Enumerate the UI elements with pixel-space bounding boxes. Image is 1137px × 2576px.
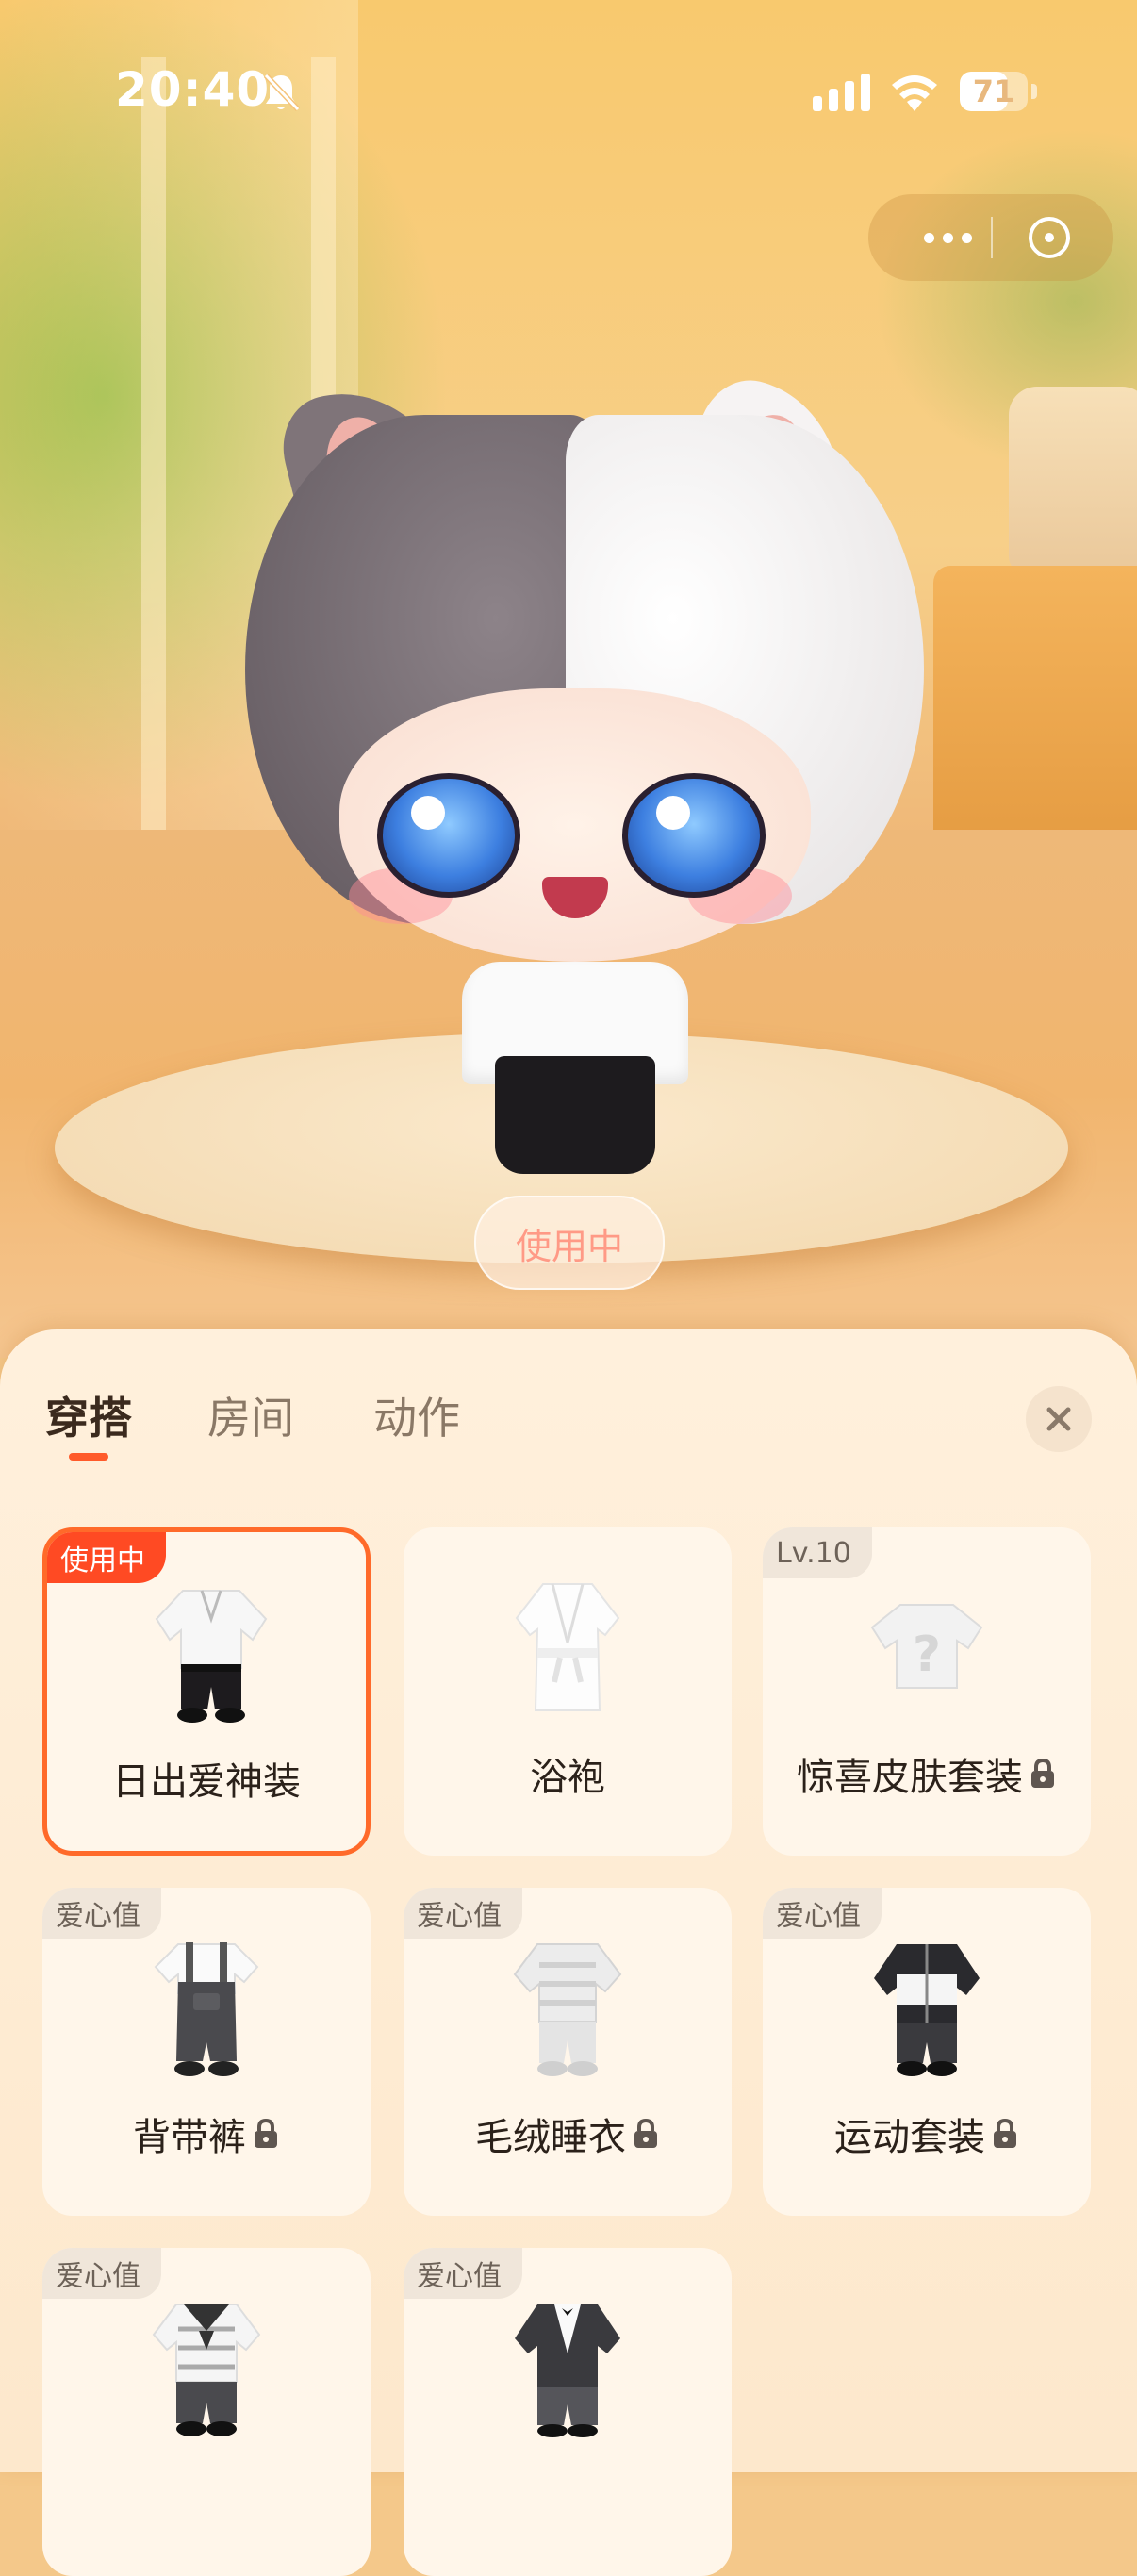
outfit-name-text: 浴袍 xyxy=(530,1756,605,1799)
battery-level: 71 xyxy=(972,74,1015,109)
in-use-badge: 使用中 xyxy=(47,1532,166,1583)
outfit-name: 背带裤 xyxy=(42,2106,371,2161)
outfit-card-sunrise[interactable]: 使用中 日出爱神装 xyxy=(42,1527,371,1856)
tab-actions[interactable]: 动作 xyxy=(373,1384,460,1446)
outfit-card-plush-pajamas[interactable]: 爱心值 毛绒睡衣 xyxy=(404,1888,732,2216)
affection-badge: 爱心值 xyxy=(404,1888,522,1939)
overalls-icon xyxy=(154,1942,259,2076)
avatar-character[interactable] xyxy=(226,370,924,1188)
side-cabinet xyxy=(933,566,1137,867)
outfit-name: 浴袍 xyxy=(404,1746,732,1801)
sailor-outfit-icon xyxy=(152,2304,261,2436)
outfit-name-text: 日出爱神装 xyxy=(112,1760,301,1804)
avatar-face xyxy=(339,688,811,962)
avatar-mouth xyxy=(542,877,608,918)
bathrobe-icon xyxy=(515,1583,620,1711)
eye-right xyxy=(622,773,766,898)
tab-room[interactable]: 房间 xyxy=(207,1384,294,1446)
capsule-divider xyxy=(991,217,993,258)
in-use-chip: 使用中 xyxy=(474,1196,665,1290)
lock-icon xyxy=(994,2118,1016,2148)
cellular-signal-icon xyxy=(813,74,870,111)
level-badge: Lv.10 xyxy=(763,1527,872,1578)
outfit-shirt-pants-icon xyxy=(155,1590,268,1723)
mini-program-capsule xyxy=(868,194,1113,281)
bell-off-icon xyxy=(263,73,300,112)
tab-outfits[interactable]: 穿搭 xyxy=(45,1384,132,1446)
outfit-card-overalls[interactable]: 爱心值 背带裤 xyxy=(42,1888,371,2216)
outfit-name-text: 惊喜皮肤套装 xyxy=(797,1756,1023,1799)
affection-badge: 爱心值 xyxy=(42,1888,161,1939)
outfit-card-suit[interactable]: 爱心值 xyxy=(404,2248,732,2576)
affection-badge: 爱心值 xyxy=(404,2248,522,2299)
affection-badge: 爱心值 xyxy=(42,2248,161,2299)
outfit-name-text: 毛绒睡衣 xyxy=(475,2116,626,2159)
lock-icon xyxy=(1031,1758,1054,1788)
plant-pot xyxy=(1009,387,1137,575)
outfit-name: 运动套装 xyxy=(763,2106,1091,2161)
outfit-card-surprise[interactable]: Lv.10 ? 惊喜皮肤套装 xyxy=(763,1527,1091,1856)
outfit-name: 毛绒睡衣 xyxy=(404,2106,732,2161)
outfit-card-sailor[interactable]: 爱心值 xyxy=(42,2248,371,2576)
window-bar xyxy=(141,57,166,830)
mystery-shirt-icon: ? xyxy=(870,1604,983,1689)
outfit-card-bathrobe[interactable]: 浴袍 xyxy=(404,1527,732,1856)
wifi-icon xyxy=(892,75,937,111)
outfit-name: 日出爱神装 xyxy=(47,1751,366,1806)
lock-icon xyxy=(634,2118,657,2148)
outfit-name: 惊喜皮肤套装 xyxy=(763,1746,1091,1801)
lock-icon xyxy=(255,2118,277,2148)
more-dots-icon[interactable] xyxy=(904,215,991,260)
outfit-card-sportswear[interactable]: 爱心值 运动套装 xyxy=(763,1888,1091,2216)
affection-badge: 爱心值 xyxy=(763,1888,882,1939)
tracksuit-icon xyxy=(874,1944,980,2076)
sheet-close-button[interactable] xyxy=(1026,1386,1092,1452)
battery-cap xyxy=(1031,84,1037,99)
outfit-name-text: 运动套装 xyxy=(834,2116,985,2159)
outfit-name-text: 背带裤 xyxy=(133,2116,246,2159)
status-time: 20:40 xyxy=(115,62,271,117)
battery-icon: 71 xyxy=(960,72,1028,111)
close-circle-icon[interactable] xyxy=(1027,215,1072,260)
avatar-pants xyxy=(495,1056,655,1174)
svg-text:?: ? xyxy=(913,1627,941,1683)
tab-active-indicator xyxy=(69,1453,108,1461)
eye-left xyxy=(377,773,520,898)
close-icon xyxy=(1046,1407,1071,1431)
suit-icon xyxy=(515,2304,620,2437)
pajamas-icon xyxy=(513,1943,622,2076)
